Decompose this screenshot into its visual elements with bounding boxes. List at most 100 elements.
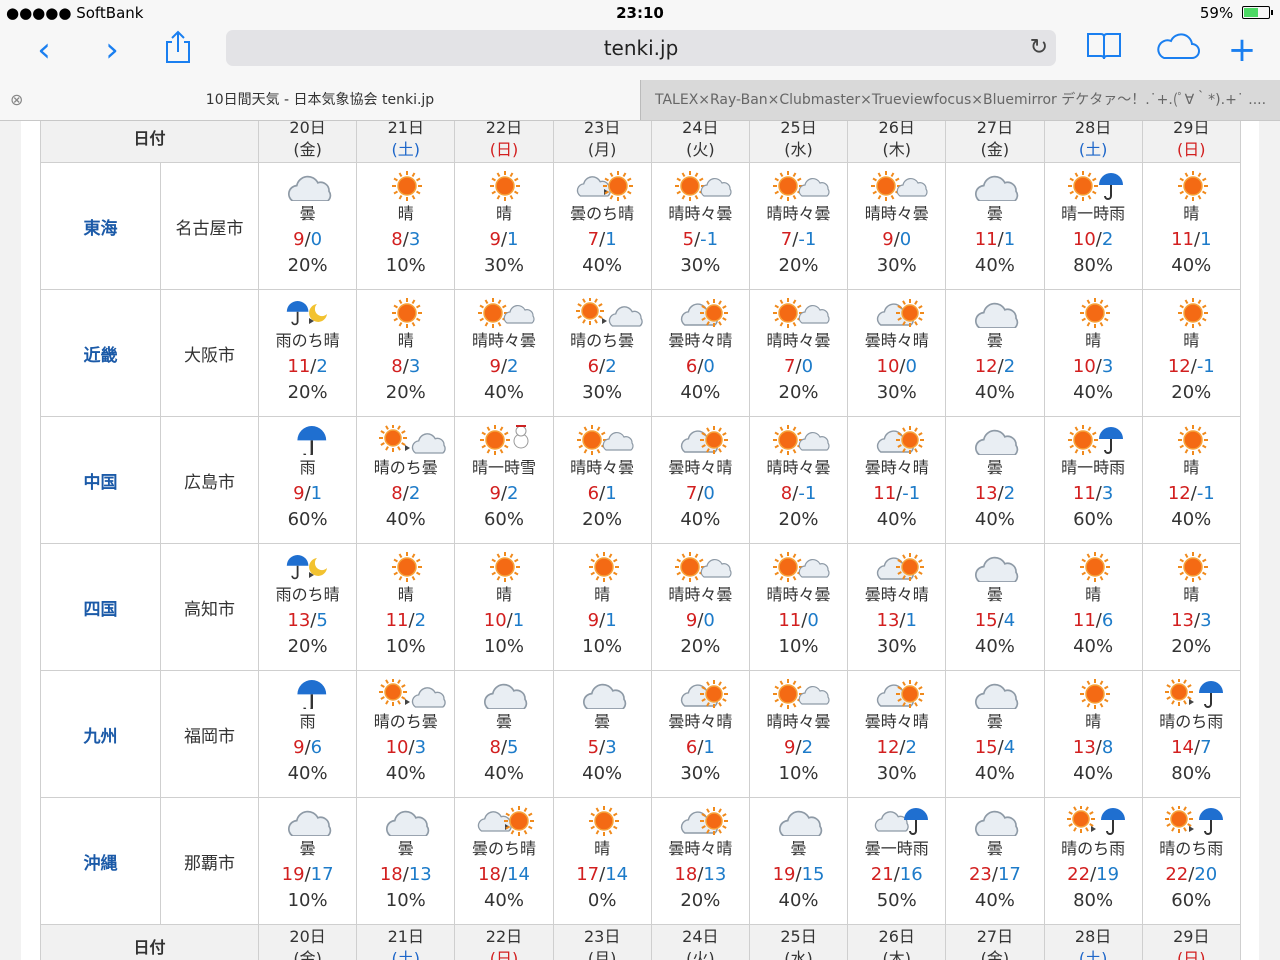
address-bar[interactable]: tenki.jp ↻: [226, 30, 1056, 66]
weather-rain-to-moon-icon: [259, 298, 356, 328]
temperature: 13/5: [259, 608, 356, 634]
reload-icon[interactable]: ↻: [1030, 30, 1048, 66]
precip-probability: 80%: [1073, 255, 1114, 276]
weather-text: 晴のち曇: [373, 458, 438, 477]
weather-sun-icon: [1143, 552, 1240, 582]
back-button[interactable]: ‹: [24, 30, 64, 70]
temp-high: 11: [873, 483, 897, 504]
date-day: 27日: [976, 927, 1014, 946]
battery-icon: [1242, 6, 1273, 19]
temp-high: 11: [1072, 610, 1096, 631]
forecast-cell: 晴時々曇 7/0 20%: [748, 289, 849, 417]
date-column-label: 日付: [39, 121, 260, 163]
weather-text: 曇一時雨: [864, 839, 929, 858]
weather-sun-icon: [1143, 171, 1240, 201]
precip-probability: 40%: [483, 382, 524, 403]
date-day: 25日: [780, 927, 817, 946]
tab-active[interactable]: ⊗ 10日間天気 - 日本気象協会 tenki.jp: [0, 80, 640, 120]
region-link[interactable]: 中国: [40, 416, 161, 544]
date-header: 27日 (金): [945, 121, 1045, 163]
share-button[interactable]: [158, 30, 198, 70]
temp-low: 0: [703, 483, 715, 504]
weather-text: 雨のち晴: [275, 585, 340, 604]
weather-text: 晴: [397, 204, 414, 223]
region-link[interactable]: 東海: [40, 162, 161, 290]
precip-probability: 40%: [974, 636, 1015, 657]
temp-high: 10: [876, 356, 900, 377]
region-link[interactable]: 九州: [40, 670, 161, 798]
precip-probability: 40%: [974, 763, 1015, 784]
region-link[interactable]: 近畿: [40, 289, 161, 417]
weather-text: 曇時々晴: [864, 712, 929, 731]
forecast-cell: 曇 15/4 40%: [945, 543, 1045, 671]
temperature: 12/-1: [1143, 354, 1240, 380]
temperature: 9/2: [455, 481, 552, 507]
precip-probability: 40%: [680, 382, 721, 403]
precip-probability: 20%: [778, 509, 819, 530]
date-day: 26日: [878, 927, 915, 946]
date-header: 21日 (土): [356, 924, 456, 960]
temp-low: 0: [801, 356, 814, 377]
temperature: 9/0: [259, 227, 356, 253]
temp-low: 0: [905, 356, 917, 377]
forecast-cell: 曇 19/17 10%: [258, 797, 358, 925]
table-row: 沖縄 那覇市曇 19/17 10% 曇 18/13 10% 曇のち晴 18/14 40% 晴 17/1…: [40, 797, 1241, 925]
temp-low: -1: [798, 229, 817, 250]
region-link[interactable]: 四国: [40, 543, 161, 671]
date-day: 26日: [878, 121, 915, 137]
tab-inactive[interactable]: TALEX×Ray-Ban×Clubmaster×Trueviewfocus×B…: [640, 80, 1280, 120]
forecast-cell: 曇 12/2 40%: [945, 289, 1045, 417]
temperature: 10/3: [357, 735, 454, 761]
forecast-cell: 雨 9/6 40%: [258, 670, 358, 798]
bookmarks-button[interactable]: [1084, 30, 1124, 70]
temperature: 9/1: [455, 227, 552, 253]
temperature: 21/16: [848, 862, 945, 888]
temperature: 11/3: [1045, 481, 1142, 507]
temp-low: 2: [507, 483, 519, 504]
forecast-cell: 雨 9/1 60%: [258, 416, 358, 544]
date-weekday: (木): [882, 949, 911, 960]
city-name: 福岡市: [159, 670, 260, 798]
table-row: 中国 広島市雨 9/1 60% 晴のち曇 8/2 40% 晴一時雪 9/2 60% 晴時々曇 6/1 2…: [40, 416, 1241, 544]
temp-high: 10: [1072, 356, 1096, 377]
temperature: 11/1: [1143, 227, 1240, 253]
icloud-tabs-button[interactable]: [1152, 30, 1202, 70]
weather-sun-icon: [554, 552, 651, 582]
battery-percent: 59%: [1199, 4, 1234, 22]
date-day: 27日: [976, 121, 1014, 137]
temp-high: 7: [784, 356, 796, 377]
weather-text: 晴一時雨: [1061, 204, 1126, 223]
weather-cloud-icon: [946, 171, 1043, 202]
forecast-cell: 晴 9/1 10%: [552, 543, 652, 671]
precip-probability: 20%: [385, 382, 426, 403]
precip-probability: 40%: [974, 890, 1015, 911]
temp-low: 17: [310, 864, 334, 885]
date-day: 24日: [682, 927, 719, 946]
date-weekday: (土): [1078, 140, 1108, 159]
region-link[interactable]: 沖縄: [40, 797, 161, 925]
temp-high: 17: [576, 864, 600, 885]
weather-text: 雨: [299, 712, 316, 731]
date-header: 28日 (土): [1043, 924, 1143, 960]
temp-low: 0: [310, 229, 323, 250]
date-weekday: (月): [587, 949, 617, 960]
forward-button[interactable]: ›: [92, 30, 132, 70]
weather-text: 晴時々曇: [766, 331, 831, 350]
precip-probability: 20%: [778, 255, 819, 276]
new-tab-button[interactable]: +: [1222, 30, 1262, 70]
temp-low: 1: [605, 229, 617, 250]
precip-probability: 20%: [287, 382, 328, 403]
temperature: 7/0: [652, 481, 749, 507]
forecast-cell: 晴一時雨 10/2 80%: [1043, 162, 1143, 290]
temp-low: 2: [605, 356, 617, 377]
weather-text: 晴: [1085, 331, 1102, 350]
precip-probability: 40%: [680, 509, 721, 530]
forecast-cell: 曇 9/0 20%: [258, 162, 358, 290]
temp-low: 14: [605, 864, 629, 885]
date-header: 26日 (木): [847, 924, 947, 960]
temp-low: 13: [703, 864, 727, 885]
weather-text: 晴時々曇: [668, 585, 733, 604]
date-day: 21日: [387, 121, 424, 137]
temperature: 8/5: [455, 735, 552, 761]
weather-text: 曇: [299, 204, 316, 223]
